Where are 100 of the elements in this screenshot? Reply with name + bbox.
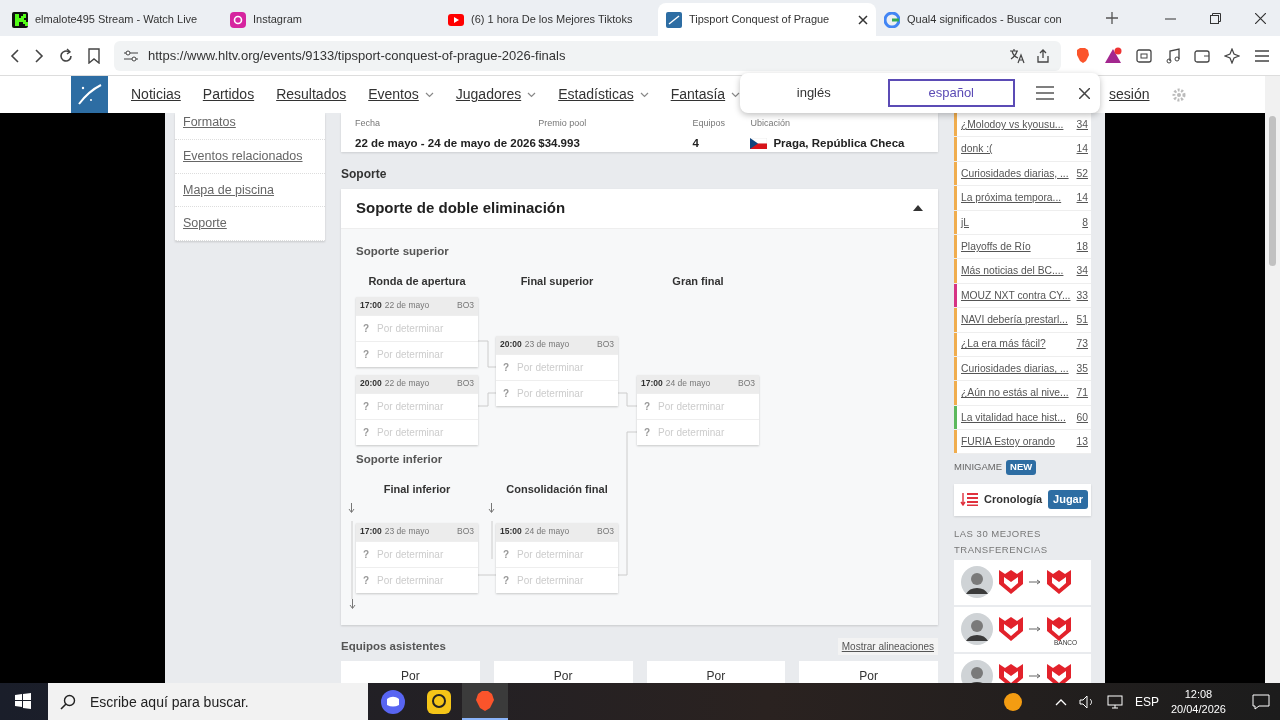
reload-icon[interactable]	[58, 47, 74, 64]
notification-icon[interactable]	[1252, 693, 1270, 710]
sparkle-icon[interactable]	[1224, 47, 1240, 64]
music-icon[interactable]	[1166, 47, 1180, 64]
thread-title: FURIA Estoy orando	[961, 435, 1056, 450]
forum-thread[interactable]: Curiosidades diarias, ... 52	[954, 161, 1091, 187]
address-bar[interactable]: https://www.hltv.org/events/9133/tipsport-conquest-of-prague-2026-finals	[114, 40, 1061, 71]
thread-title: Más noticias del BC....	[961, 264, 1065, 279]
browser-tab[interactable]: Tipsport Conquest of Prague	[658, 3, 876, 36]
language-option[interactable]: español	[887, 79, 1015, 107]
transfer-card[interactable]	[954, 559, 1091, 605]
back-icon[interactable]	[10, 48, 20, 63]
site-settings-icon[interactable]	[124, 49, 138, 62]
nav-link[interactable]: Partidos	[191, 84, 266, 105]
thread-count: 71	[1076, 386, 1088, 401]
forum-thread[interactable]: Curiosidades diarias, ... 35	[954, 356, 1091, 382]
restore-icon[interactable]	[1210, 12, 1221, 24]
info-value: 22 de mayo - 24 de mayo de 2026	[355, 135, 536, 151]
forum-thread[interactable]: ¿Aún no estás al nive... 71	[954, 381, 1091, 406]
browser-tab[interactable]: Instagram	[222, 3, 440, 36]
bookmark-icon[interactable]	[88, 47, 100, 64]
forum-thread[interactable]: jL 8	[954, 210, 1091, 235]
forum-thread[interactable]: MOUZ NXT contra CY... 33	[954, 283, 1091, 309]
volume-icon[interactable]	[1078, 694, 1095, 709]
caret-up-icon[interactable]	[913, 205, 923, 212]
forum-thread[interactable]: Playoffs de Río 18	[954, 234, 1091, 260]
chevron-down-icon	[527, 91, 537, 98]
login-link[interactable]: sesión	[1098, 84, 1161, 105]
menu-item[interactable]: Mapa de piscina	[175, 173, 325, 208]
close-icon[interactable]	[1079, 87, 1090, 99]
lion-icon[interactable]	[475, 689, 495, 712]
app-icon[interactable]	[427, 689, 451, 714]
team-logo: ?	[503, 573, 510, 588]
close-icon[interactable]	[1255, 12, 1266, 24]
menu-icon[interactable]	[1035, 85, 1055, 101]
match-time: 20:00	[500, 338, 522, 352]
team-card[interactable]: Por	[341, 661, 480, 683]
logo[interactable]	[71, 76, 108, 113]
share-icon[interactable]	[1035, 47, 1051, 64]
new-tab-icon[interactable]	[1106, 12, 1118, 24]
nav-link[interactable]: Resultados	[265, 84, 358, 105]
chevron-down-icon	[424, 91, 434, 98]
forward-icon[interactable]	[34, 48, 44, 63]
lion-icon[interactable]	[1075, 47, 1090, 64]
round-title: Final superior	[519, 273, 595, 289]
nav-link[interactable]: Fantasía	[659, 84, 752, 105]
nav-link[interactable]: Eventos	[357, 84, 445, 105]
team-logo: ?	[363, 425, 370, 440]
language-indicator[interactable]: ESP	[1134, 692, 1159, 711]
play-button[interactable]: Jugar	[1048, 490, 1089, 509]
menu-item[interactable]: Formatos	[175, 113, 325, 140]
menu-icon[interactable]	[1254, 48, 1270, 63]
thread-count: 13	[1076, 435, 1088, 450]
search-icon	[60, 693, 76, 710]
info-label: Fecha	[355, 117, 381, 130]
thread-title: Curiosidades diarias, ...	[961, 361, 1070, 376]
scrollbar-thumb[interactable]	[1269, 116, 1276, 266]
forum-thread[interactable]: donk :( 14	[954, 137, 1091, 162]
forum-thread[interactable]: FURIA Estoy orando 13	[954, 430, 1091, 455]
timeline-icon	[960, 493, 978, 507]
forum-thread[interactable]: La próxima tempora... 14	[954, 186, 1091, 211]
info-label: Premio pool	[538, 117, 588, 130]
nav-link[interactable]: Noticias	[120, 84, 192, 105]
browser-tab[interactable]: Qual4 significados - Buscar con	[876, 3, 1094, 36]
transfers-title: LAS 30 MEJORES TRANSFERENCIAS	[954, 526, 1049, 557]
arrow-right-icon	[1029, 673, 1041, 680]
match-time: 15:00	[500, 525, 522, 539]
windows-icon[interactable]	[15, 693, 31, 709]
browser-tab[interactable]: elmalote495 Stream - Watch Live	[4, 3, 222, 36]
thread-title: ¿Molodoy vs kyousu...	[961, 117, 1065, 132]
network-icon[interactable]	[1106, 694, 1123, 709]
browser-tab[interactable]: (6) 1 hora De los Mejores Tiktoks	[440, 3, 658, 36]
camera-icon	[230, 11, 246, 28]
clock-time[interactable]: 12:08	[1170, 686, 1226, 702]
triangle-icon[interactable]	[1104, 47, 1122, 64]
bracket-section-title: Soporte inferior	[356, 451, 443, 467]
chat-app-icon[interactable]	[381, 689, 405, 714]
clock-date[interactable]: 20/04/2026	[1170, 701, 1226, 717]
nav-link[interactable]: Estadísticas	[547, 84, 660, 105]
nav-link[interactable]: Jugadores	[444, 84, 548, 105]
minigame-label: MINIGAME	[954, 460, 1003, 475]
match-format: BO3	[597, 525, 614, 539]
menu-item[interactable]: Soporte	[175, 207, 325, 241]
close-icon[interactable]	[858, 14, 868, 25]
translate-icon[interactable]	[1009, 47, 1025, 64]
team-card[interactable]: Por	[493, 661, 633, 683]
team-card[interactable]: Por	[799, 661, 938, 683]
chevron-up-icon[interactable]	[1054, 697, 1067, 706]
show-lineups-link[interactable]: Mostrar alineaciones	[837, 637, 938, 655]
circle-icon[interactable]	[1002, 691, 1023, 712]
info-value: $34.993	[538, 135, 580, 151]
round-title: Consolidación final	[505, 481, 609, 497]
team-card[interactable]: Por	[646, 661, 786, 683]
forum-thread[interactable]: La vitalidad hace hist... 60	[954, 405, 1091, 431]
forum-thread[interactable]: NAVI debería prestarl... 51	[954, 308, 1091, 333]
team-logo: ?	[363, 399, 370, 414]
forum-thread[interactable]: ¿Molodoy vs kyousu... 34	[954, 113, 1091, 138]
forum-thread[interactable]: Más noticias del BC.... 34	[954, 259, 1091, 284]
menu-item[interactable]: Eventos relacionados	[175, 139, 325, 174]
search-engine-icon	[884, 11, 900, 28]
